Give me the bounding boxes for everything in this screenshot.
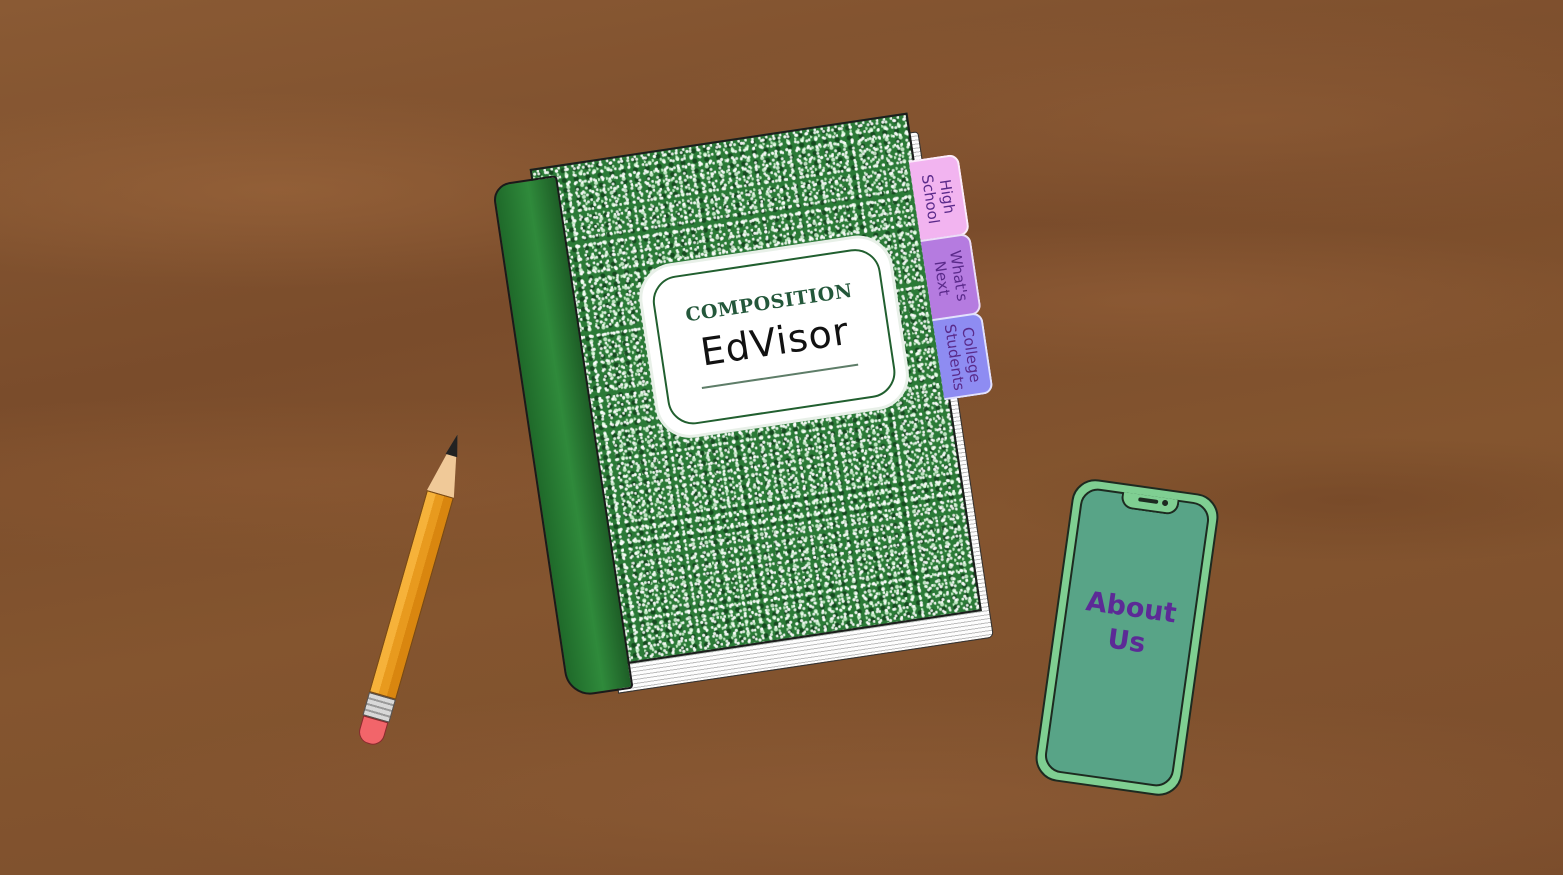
phone-screen[interactable]: About Us xyxy=(1042,486,1212,789)
pencil-eraser xyxy=(356,715,389,748)
wooden-desk-background: COMPOSITION EdVisor High School What's N… xyxy=(0,0,1563,875)
notebook-cover-label: COMPOSITION EdVisor xyxy=(637,234,911,440)
tab-whats-next[interactable]: What's Next xyxy=(920,232,982,322)
phone-about-us-button[interactable]: About Us xyxy=(1032,476,1222,799)
phone-notch xyxy=(1119,491,1180,516)
phone-speaker-icon xyxy=(1138,497,1159,504)
tab-college-students-label: College Students xyxy=(940,322,984,392)
pencil-body xyxy=(369,490,454,700)
tab-high-school-label: High School xyxy=(917,173,959,226)
tab-high-school[interactable]: High School xyxy=(908,153,971,243)
phone-camera-icon xyxy=(1161,499,1169,507)
tab-whats-next-label: What's Next xyxy=(930,248,972,303)
pencil-icon xyxy=(353,430,471,756)
tab-college-students[interactable]: College Students xyxy=(932,311,994,401)
about-us-label: About Us xyxy=(1084,586,1179,660)
composition-notebook[interactable]: COMPOSITION EdVisor High School What's N… xyxy=(491,112,994,699)
notebook-label-frame: COMPOSITION EdVisor xyxy=(649,245,899,428)
